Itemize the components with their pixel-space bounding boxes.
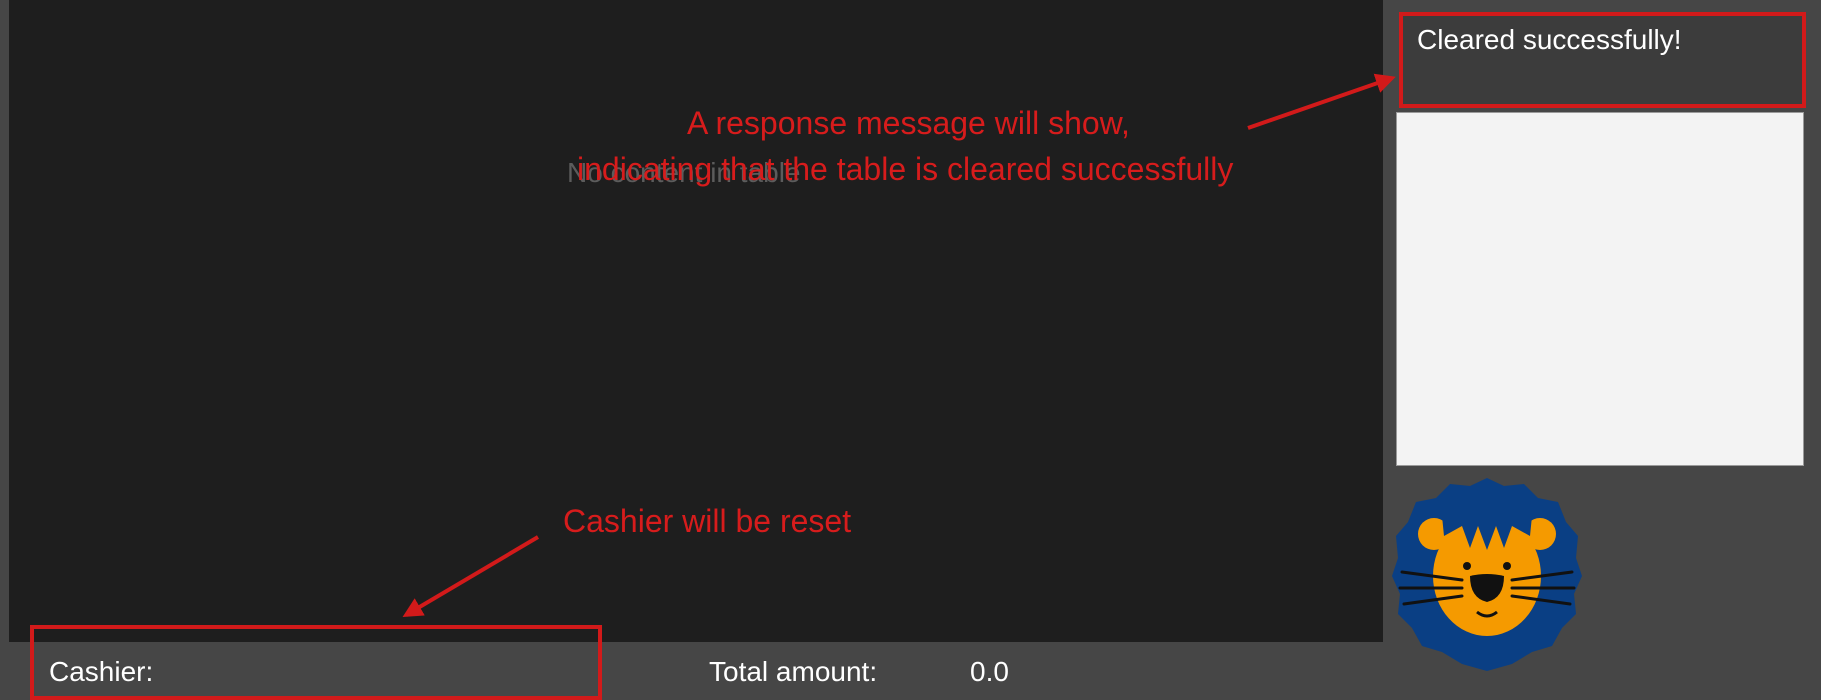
cashier-highlight-box (30, 625, 602, 700)
lion-eye-right (1503, 562, 1511, 570)
total-amount-value: 0.0 (970, 656, 1009, 687)
side-list-panel[interactable] (1396, 112, 1804, 466)
response-highlight-box (1399, 12, 1806, 108)
annotation-response-line-2: indicating that the table is cleared suc… (577, 151, 1234, 187)
lion-icon (1392, 478, 1582, 671)
annotation-cashier: Cashier will be reset (563, 503, 852, 539)
item-table[interactable] (9, 0, 1383, 642)
total-amount-label: Total amount: (709, 656, 878, 687)
lion-eye-left (1463, 562, 1471, 570)
annotation-response-line-1: A response message will show, (687, 105, 1130, 141)
